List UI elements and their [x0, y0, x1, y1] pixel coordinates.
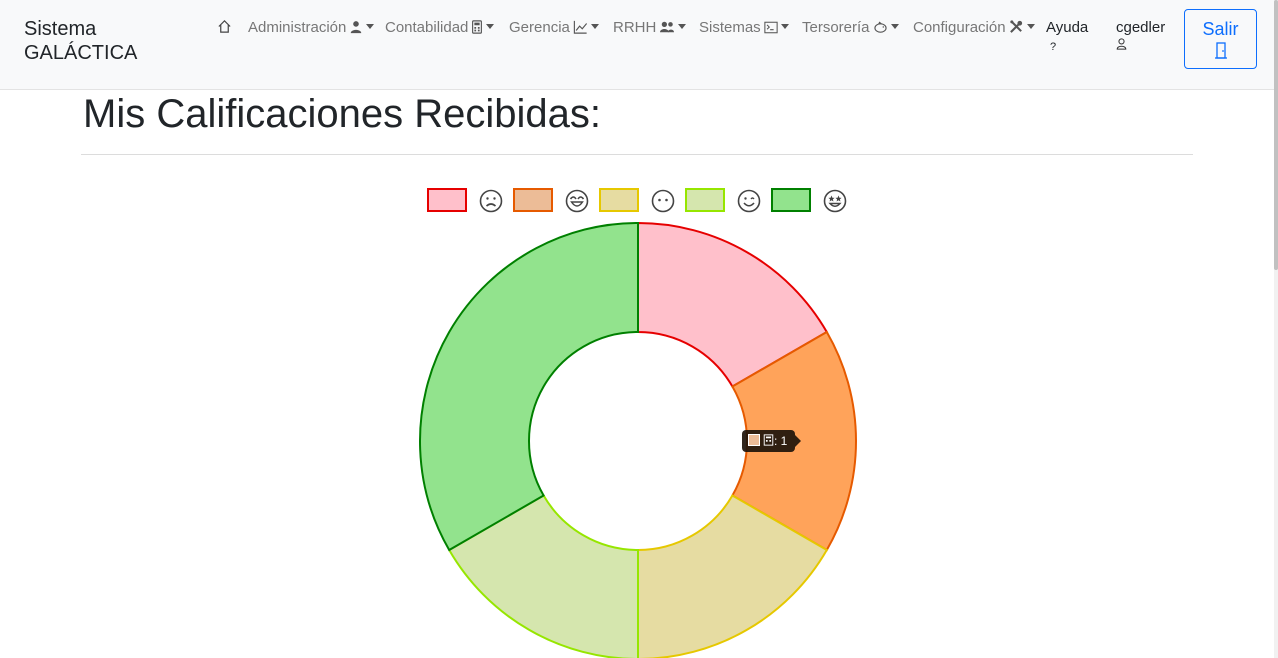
scrollbar-thumb[interactable]: [1274, 0, 1278, 270]
calculator-icon: [763, 431, 774, 453]
tooltip-swatch: [748, 434, 760, 446]
donut-slice-star-struck[interactable]: [419, 221, 639, 552]
chart-tooltip: : 1: [742, 430, 802, 453]
tooltip-value: : 1: [774, 434, 788, 448]
ratings-doughnut-chart: [419, 221, 857, 658]
page-scrollbar[interactable]: [1274, 0, 1278, 658]
